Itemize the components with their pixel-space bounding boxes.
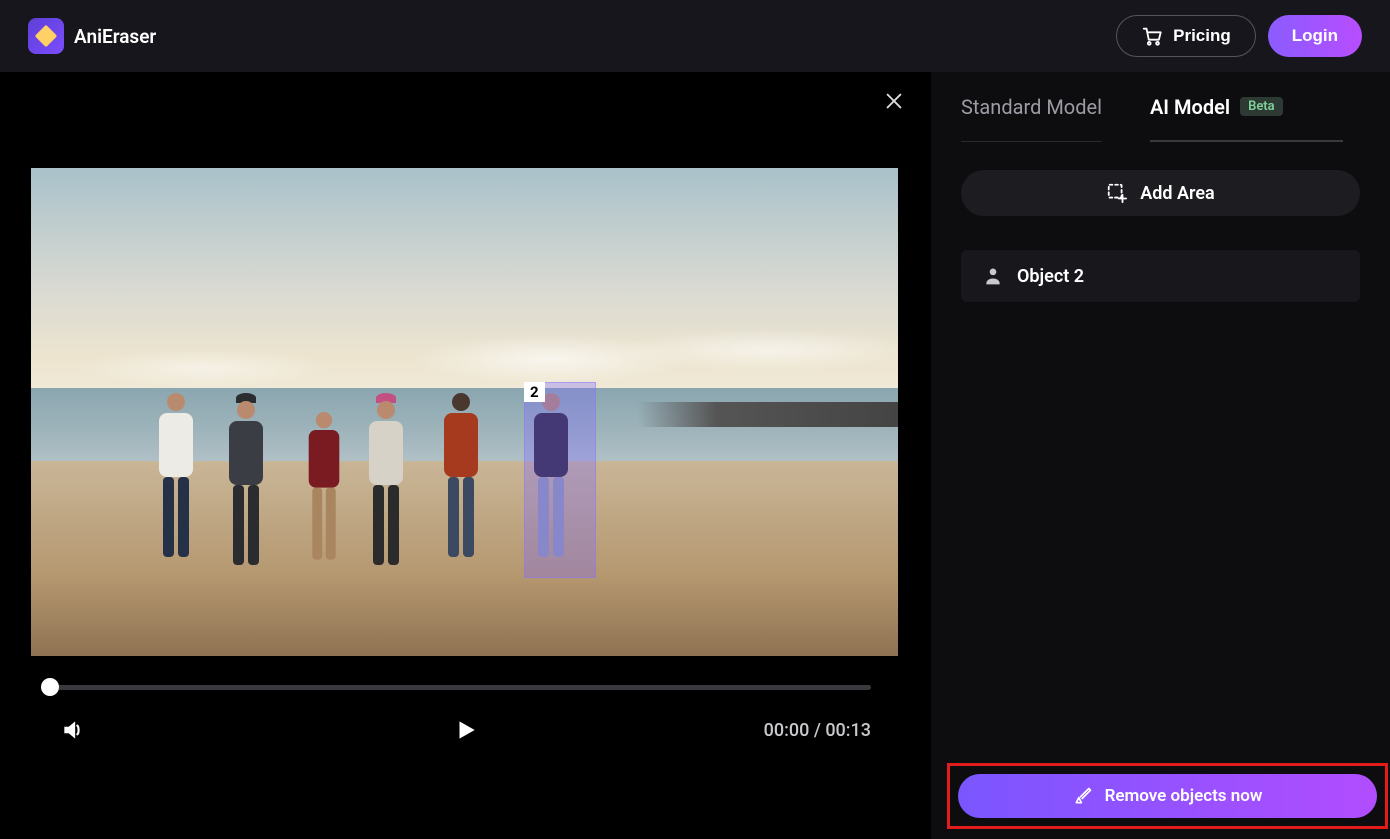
logo[interactable]: AniEraser: [28, 18, 156, 54]
selection-label: 2: [524, 382, 545, 402]
app-logo-icon: [28, 18, 64, 54]
object-list-item[interactable]: Object 2: [961, 250, 1360, 302]
tab-ai-label: AI Model: [1150, 95, 1230, 119]
app-name: AniEraser: [74, 25, 156, 48]
progress-bar[interactable]: [50, 678, 871, 696]
close-icon[interactable]: [883, 90, 905, 112]
app-header: AniEraser Pricing Login: [0, 0, 1390, 72]
tab-ai-model[interactable]: AI Model Beta: [1150, 72, 1283, 142]
login-button[interactable]: Login: [1268, 15, 1362, 57]
remove-objects-button[interactable]: Remove objects now: [958, 774, 1377, 818]
login-label: Login: [1292, 26, 1338, 46]
cart-icon: [1141, 25, 1163, 47]
scene-person: [302, 412, 347, 574]
volume-icon[interactable]: [60, 717, 86, 743]
main: 2 00:00 / 00:13: [0, 72, 1390, 839]
scene-jetty: [638, 402, 898, 426]
scene-person: [151, 393, 201, 573]
header-actions: Pricing Login: [1116, 15, 1362, 57]
remove-label: Remove objects now: [1105, 786, 1263, 806]
pricing-button[interactable]: Pricing: [1116, 15, 1256, 57]
video-controls: 00:00 / 00:13: [60, 706, 871, 754]
scene-person: [221, 393, 271, 573]
object-selection-box[interactable]: 2: [524, 382, 596, 578]
video-viewer: 2 00:00 / 00:13: [0, 72, 931, 839]
beta-badge: Beta: [1240, 97, 1283, 116]
remove-highlight-box: Remove objects now: [947, 763, 1388, 829]
tab-standard-label: Standard Model: [961, 95, 1102, 119]
brush-icon: [1073, 786, 1093, 806]
model-tabs: Standard Model AI Model Beta: [961, 72, 1360, 142]
add-area-label: Add Area: [1140, 183, 1214, 204]
add-area-button[interactable]: Add Area: [961, 170, 1360, 216]
tab-standard-model[interactable]: Standard Model: [961, 72, 1102, 142]
scene-person: [436, 393, 486, 573]
person-icon: [983, 266, 1003, 286]
progress-track[interactable]: [50, 685, 871, 690]
add-area-icon: [1106, 182, 1128, 204]
sidebar: Standard Model AI Model Beta Add Area Ob…: [931, 72, 1390, 839]
time-display: 00:00 / 00:13: [764, 720, 871, 741]
time-total: 00:13: [825, 720, 871, 741]
scene-person: [361, 393, 411, 573]
play-icon[interactable]: [453, 717, 479, 743]
progress-thumb[interactable]: [41, 678, 59, 696]
pricing-label: Pricing: [1173, 26, 1231, 46]
object-label: Object 2: [1017, 266, 1084, 287]
time-current: 00:00: [764, 720, 810, 741]
video-frame[interactable]: 2: [31, 168, 898, 656]
